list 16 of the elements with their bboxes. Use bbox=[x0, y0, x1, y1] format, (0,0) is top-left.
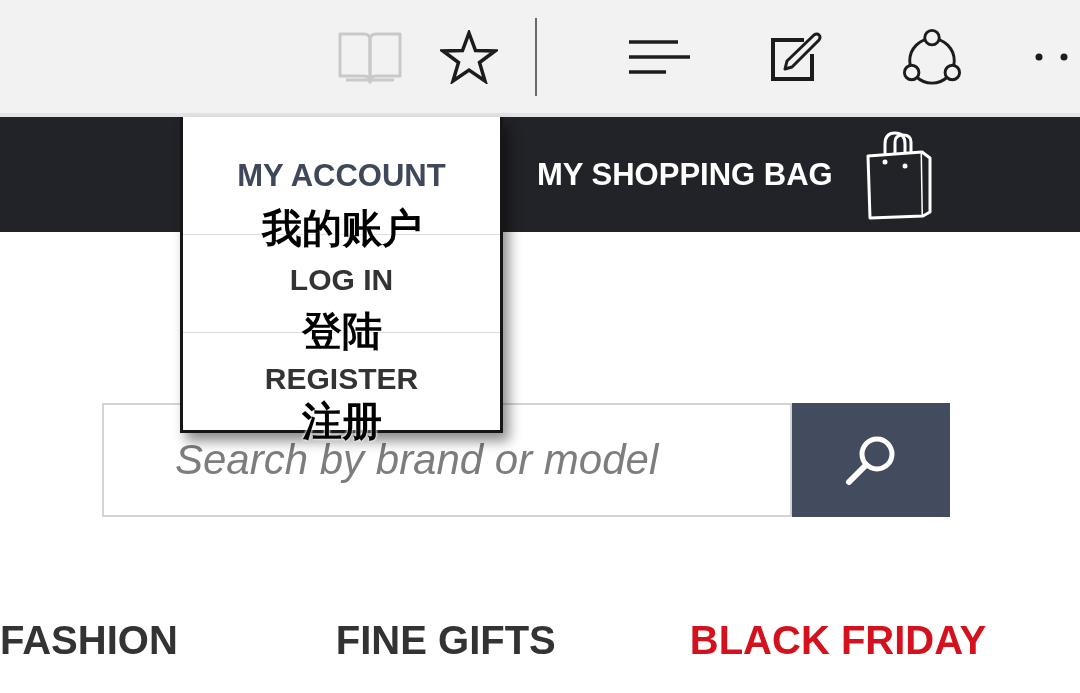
category-link[interactable]: FINE GIFTS bbox=[335, 616, 556, 664]
pen-square-icon[interactable] bbox=[770, 31, 824, 82]
lines-icon[interactable] bbox=[628, 38, 690, 75]
star-icon[interactable] bbox=[440, 29, 498, 84]
shopping-bag-link[interactable]: MY SHOPPING BAG bbox=[537, 157, 833, 192]
translation-note: 登陆 bbox=[301, 309, 382, 353]
menu-item[interactable]: REGISTER bbox=[264, 362, 419, 396]
ellipsis-icon[interactable] bbox=[1035, 52, 1069, 61]
account-menu-heading[interactable]: MY ACCOUNT bbox=[237, 159, 446, 193]
category-link[interactable]: FASHION bbox=[0, 616, 178, 664]
search-button[interactable] bbox=[792, 403, 950, 517]
category-link[interactable]: BLACK FRIDAY bbox=[689, 616, 987, 664]
shopping-bag-icon[interactable] bbox=[864, 129, 933, 220]
share-icon[interactable] bbox=[900, 26, 964, 87]
menu-item[interactable]: LOG IN bbox=[289, 263, 394, 297]
translation-note: 我的账户 bbox=[261, 206, 422, 250]
